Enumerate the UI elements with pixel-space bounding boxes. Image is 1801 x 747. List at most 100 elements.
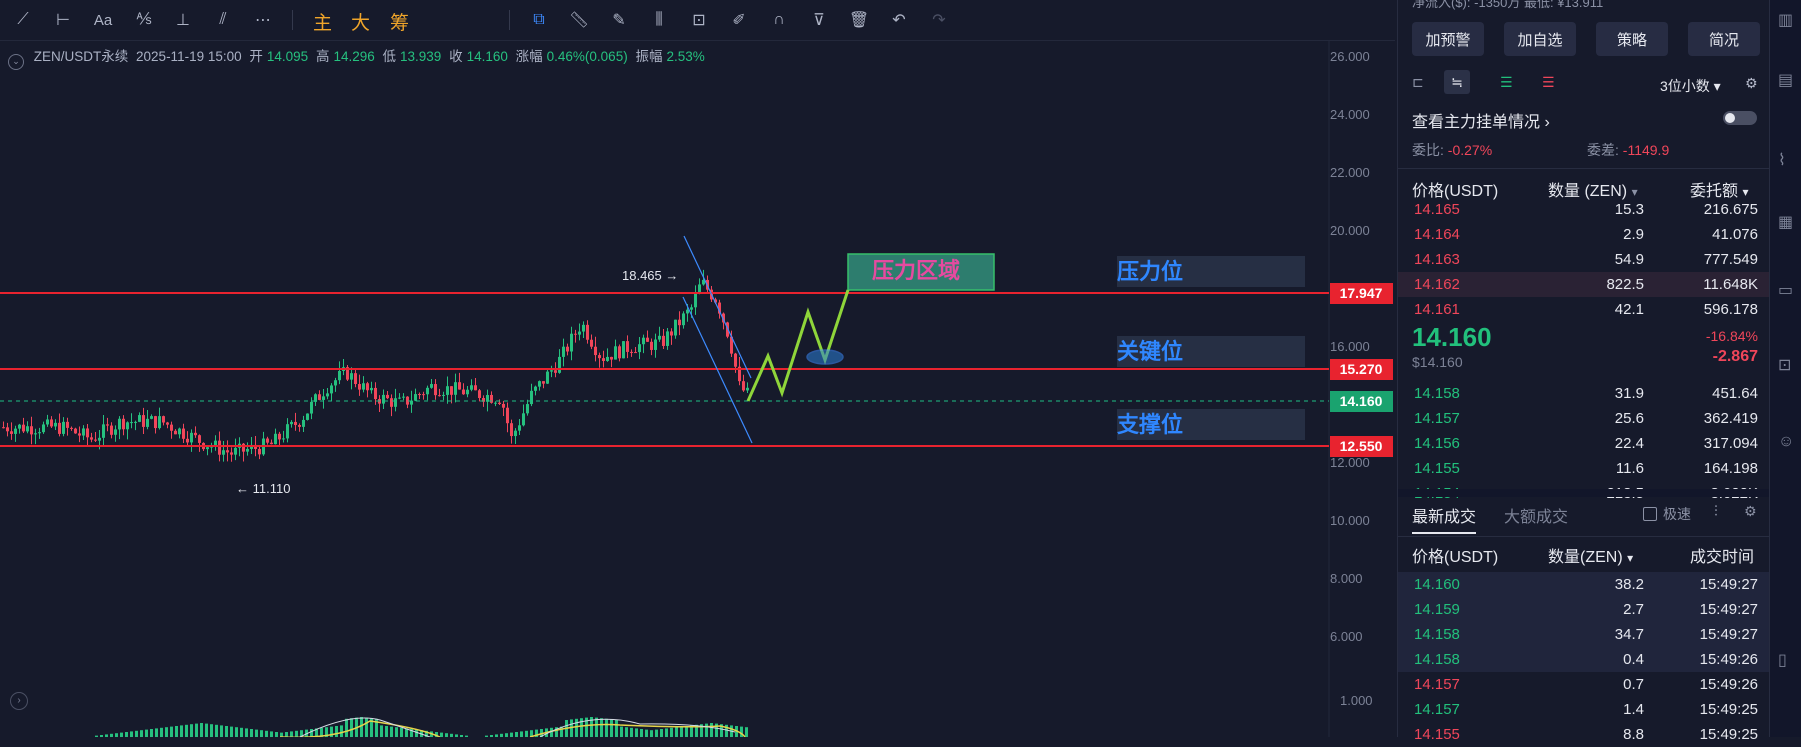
tab-latest-trades[interactable]: 最新成交 bbox=[1412, 503, 1477, 534]
add-watchlist-button[interactable]: 加自选 bbox=[1504, 22, 1576, 56]
collapse-icon[interactable]: ⌄ bbox=[8, 54, 24, 70]
trade-row[interactable]: 14.159 2.7 15:49:27 bbox=[1398, 597, 1770, 622]
trade-row[interactable]: 14.157 0.7 15:49:26 bbox=[1398, 672, 1770, 697]
main-force-button[interactable]: 主 bbox=[313, 8, 332, 35]
asks-only-icon[interactable]: ☰ bbox=[1542, 74, 1555, 91]
decimal-select[interactable]: 3位小数 ▾ bbox=[1660, 76, 1721, 96]
candle-body bbox=[594, 346, 597, 356]
candle-body bbox=[10, 431, 13, 434]
candle-body bbox=[18, 424, 21, 429]
trade-qty-header[interactable]: 数量(ZEN) ▾ bbox=[1548, 543, 1633, 567]
ask-row[interactable]: 14.161 42.1 596.178 bbox=[1398, 297, 1770, 322]
candle-body bbox=[670, 331, 673, 336]
candle-body bbox=[650, 341, 653, 350]
candle-body bbox=[390, 398, 393, 407]
panel-icon[interactable]: ▤ bbox=[1778, 70, 1793, 90]
macd-bar bbox=[230, 726, 233, 737]
ruler-icon[interactable]: 📏︎ bbox=[568, 9, 590, 31]
level-price-label: 12.550 bbox=[1340, 438, 1383, 454]
macd-bar bbox=[415, 729, 418, 737]
bids-only-icon[interactable]: ☰ bbox=[1500, 74, 1513, 91]
redo-icon[interactable]: ↷ bbox=[928, 9, 950, 31]
bid-row[interactable]: 14.155 11.6 164.198 bbox=[1398, 456, 1770, 481]
macd-bar bbox=[265, 730, 268, 737]
horizontal-ray-icon[interactable]: ⊢ bbox=[52, 9, 74, 31]
ask-row[interactable]: 14.164 2.9 41.076 bbox=[1398, 222, 1770, 247]
brush-icon[interactable]: ✎ bbox=[608, 9, 630, 31]
layout-icon[interactable]: ▥ bbox=[1778, 10, 1793, 30]
both-sides-icon[interactable]: ≒ bbox=[1444, 70, 1470, 94]
calendar-icon[interactable]: ▦ bbox=[1778, 212, 1793, 232]
text-tool-icon[interactable]: Aa bbox=[92, 9, 114, 31]
macd-bar bbox=[190, 724, 193, 737]
toggle-switch[interactable] bbox=[1723, 111, 1757, 125]
chart-icon[interactable]: ⌇ bbox=[1778, 150, 1786, 170]
macd-bar bbox=[520, 731, 523, 737]
trash-icon[interactable]: 🗑︎ bbox=[848, 9, 870, 31]
select-icon[interactable]: ⧉ bbox=[528, 9, 550, 31]
trade-row[interactable]: 14.158 34.7 15:49:27 bbox=[1398, 622, 1770, 647]
strategy-button[interactable]: 策略 bbox=[1596, 22, 1668, 56]
macd-bar bbox=[650, 730, 653, 737]
y-axis-tick: 12.000 bbox=[1330, 455, 1370, 470]
symbol-label[interactable]: ZEN/USDT永续 bbox=[34, 49, 129, 64]
ask-row[interactable]: 14.165 15.3 216.675 bbox=[1398, 197, 1770, 222]
candle-type-icon[interactable]: ⫼ bbox=[648, 9, 670, 31]
trade-qty: 0.4 bbox=[1623, 651, 1644, 668]
more-icon[interactable]: ⋯ bbox=[252, 9, 274, 31]
candle-body bbox=[258, 448, 261, 455]
macd-bar bbox=[630, 727, 633, 737]
trade-row[interactable]: 14.158 0.4 15:49:26 bbox=[1398, 647, 1770, 672]
chat-icon[interactable]: ☺ bbox=[1778, 433, 1794, 451]
candle-body bbox=[290, 421, 293, 425]
macd-bar bbox=[135, 730, 138, 737]
large-order-button[interactable]: 大 bbox=[351, 8, 370, 35]
trade-row[interactable]: 14.157 1.4 15:49:25 bbox=[1398, 697, 1770, 722]
overview-button[interactable]: 简况 bbox=[1688, 22, 1760, 56]
add-alert-button[interactable]: 加预警 bbox=[1412, 22, 1484, 56]
filter-icon[interactable]: ⊽ bbox=[808, 9, 830, 31]
candle-body bbox=[102, 424, 105, 438]
candle-body bbox=[474, 385, 477, 391]
retest-ellipse[interactable] bbox=[806, 349, 844, 365]
magnet-icon[interactable]: ∩ bbox=[768, 9, 790, 31]
fast-mode-checkbox[interactable]: 极速 bbox=[1643, 504, 1691, 524]
parallel-channel-icon[interactable]: ⫽ bbox=[212, 9, 234, 31]
candle-body bbox=[694, 293, 697, 308]
fib-icon[interactable]: ⅍ bbox=[133, 9, 155, 31]
chip-button[interactable]: 筹 bbox=[390, 8, 409, 35]
settings-icon[interactable]: ⚙︎ bbox=[1745, 75, 1758, 92]
trade-row[interactable]: 14.160 38.2 15:49:27 bbox=[1398, 572, 1770, 597]
macd-bar bbox=[220, 725, 223, 737]
undo-icon[interactable]: ↶ bbox=[888, 9, 910, 31]
candle-body bbox=[466, 389, 469, 395]
layers-icon[interactable]: ▭ bbox=[1778, 280, 1793, 300]
ask-row[interactable]: 14.163 54.9 777.549 bbox=[1398, 247, 1770, 272]
candle-body bbox=[158, 416, 161, 429]
lock-icon[interactable]: ⊡ bbox=[688, 9, 710, 31]
trades-settings-icon[interactable]: ⚙︎ bbox=[1744, 503, 1757, 520]
bid-row[interactable]: 14.156 22.4 317.094 bbox=[1398, 431, 1770, 456]
projection-zigzag[interactable] bbox=[746, 289, 850, 402]
ask-price: 14.162 bbox=[1414, 276, 1460, 293]
price-chart[interactable]: 26.000 24.000 22.000 20.000 16.000 12.000 10.0… bbox=[0, 40, 1397, 737]
indicator-expand-icon[interactable]: › bbox=[10, 692, 28, 710]
candle-body bbox=[34, 433, 37, 435]
candle-body bbox=[634, 352, 637, 354]
doc-icon[interactable]: ▯ bbox=[1778, 650, 1787, 670]
ask-row[interactable]: 14.162 822.5 11.648K bbox=[1398, 272, 1770, 297]
trend-line-icon[interactable]: ⟋ bbox=[12, 9, 34, 31]
tab-large-trades[interactable]: 大额成交 bbox=[1504, 503, 1568, 527]
robot-icon[interactable]: ⊡ bbox=[1778, 355, 1791, 375]
candle-body bbox=[6, 427, 9, 432]
bid-row[interactable]: 14.158 31.9 451.64 bbox=[1398, 381, 1770, 406]
list-filter-icon[interactable]: ⫶ bbox=[1714, 503, 1718, 520]
horizontal-line-icon[interactable]: ⊥ bbox=[172, 9, 194, 31]
order-book-link[interactable]: 查看主力挂单情况 › bbox=[1412, 108, 1550, 132]
note-icon[interactable]: ✐ bbox=[728, 9, 750, 31]
ask-amount: 11.648K bbox=[1703, 276, 1758, 293]
depth-view-icon[interactable]: ⊏ bbox=[1412, 74, 1424, 91]
bid-row[interactable]: 14.157 25.6 362.419 bbox=[1398, 406, 1770, 431]
trade-row[interactable]: 14.155 8.8 15:49:25 bbox=[1398, 722, 1770, 747]
candle-body bbox=[306, 413, 309, 420]
